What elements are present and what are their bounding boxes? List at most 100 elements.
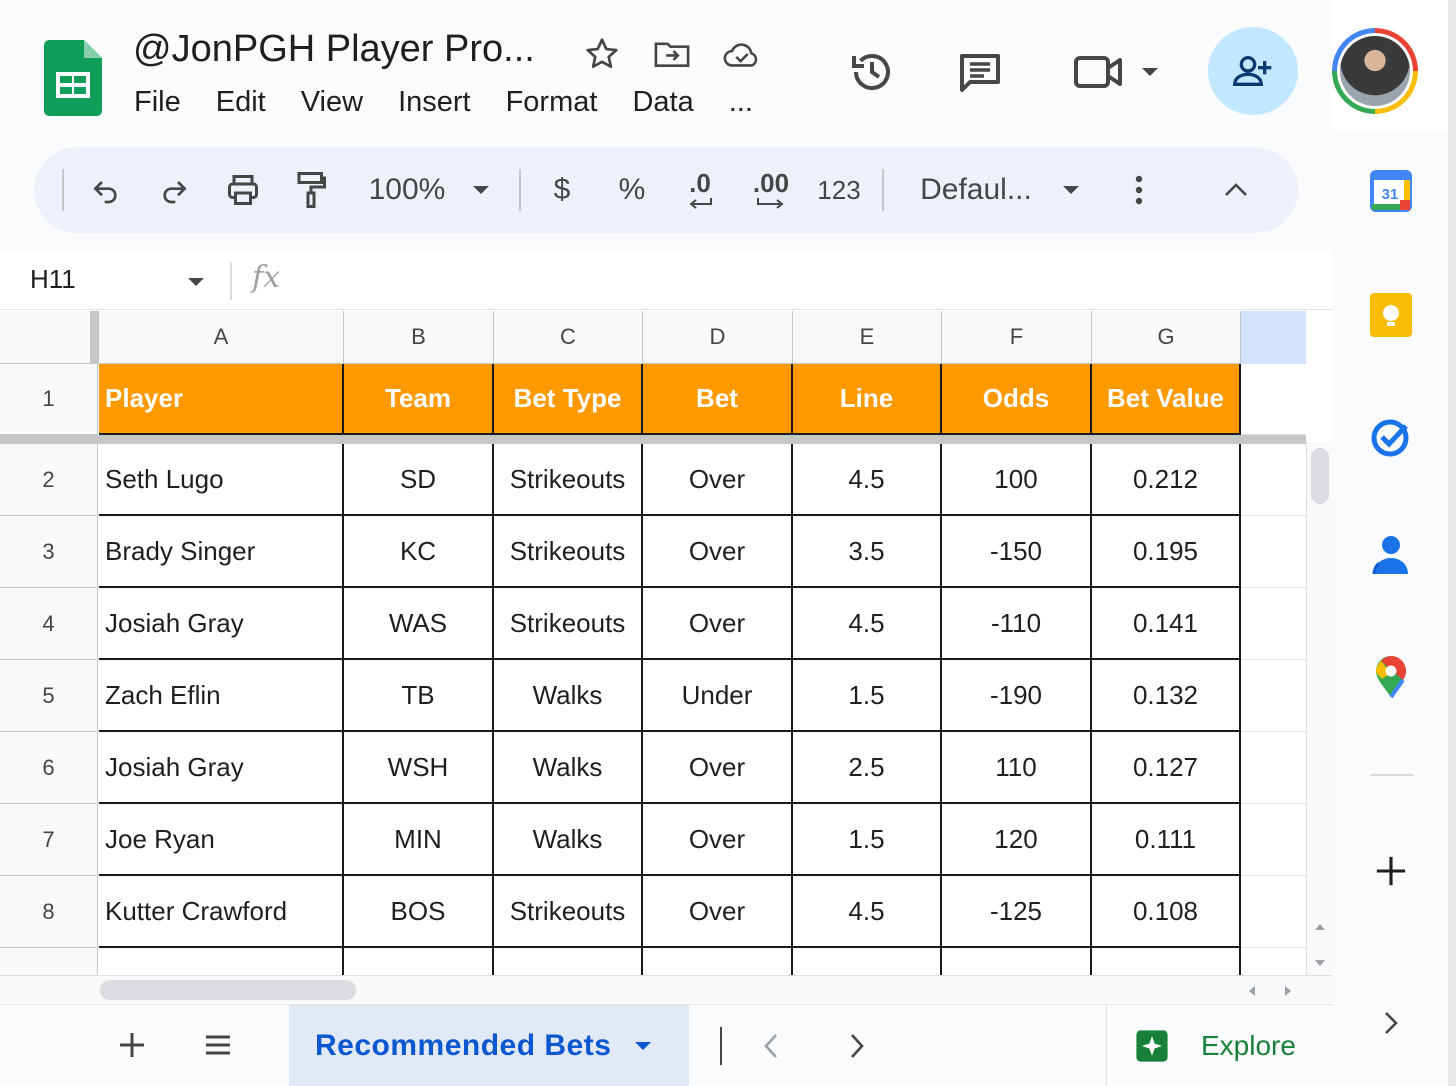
cell-bet[interactable]: Under — [643, 660, 793, 732]
cell-bet[interactable]: Over — [643, 804, 793, 876]
cell-line[interactable]: 1.5 — [793, 804, 942, 876]
header-cell-line[interactable]: Line — [793, 364, 942, 435]
cell-team[interactable]: BOS — [344, 876, 494, 948]
cell-bet-type[interactable]: Walks — [494, 732, 643, 804]
cell-h[interactable] — [1241, 732, 1306, 804]
row-header[interactable] — [0, 948, 98, 975]
scroll-up-icon[interactable] — [1314, 918, 1326, 936]
meet-video-icon[interactable] — [1070, 46, 1166, 98]
cell-bet-value[interactable]: 0.111 — [1092, 804, 1241, 876]
name-box[interactable]: H11 — [30, 264, 76, 295]
all-sheets-menu-icon[interactable] — [200, 1029, 236, 1066]
spreadsheet-grid[interactable]: A B C D E F G 1 Player Team Bet Type Bet… — [0, 311, 1306, 975]
cell-h[interactable] — [1241, 804, 1306, 876]
header-cell-player[interactable]: Player — [99, 364, 344, 435]
cell-h[interactable] — [1241, 660, 1306, 732]
add-addon-icon[interactable] — [1370, 850, 1412, 892]
chevron-up-icon[interactable] — [1218, 147, 1254, 233]
cell-team[interactable]: TB — [344, 660, 494, 732]
cell-bet-type[interactable]: Walks — [494, 660, 643, 732]
select-all-corner[interactable] — [0, 311, 99, 364]
percent-format-button[interactable]: % — [612, 147, 652, 233]
row-header[interactable]: 7 — [0, 804, 98, 876]
contacts-icon[interactable] — [1370, 534, 1412, 576]
header-cell-bet[interactable]: Bet — [643, 364, 793, 435]
cell-player[interactable]: Josiah Gray — [99, 588, 344, 660]
column-header-h-selected[interactable] — [1241, 311, 1306, 364]
cell-bet-type[interactable]: Strikeouts — [494, 876, 643, 948]
more-vert-icon[interactable] — [1124, 147, 1154, 233]
number-format-button[interactable]: 123 — [814, 147, 864, 233]
increase-decimal-button[interactable]: .00 — [740, 147, 802, 233]
cell-bet-type[interactable]: Walks — [494, 804, 643, 876]
scroll-down-icon[interactable] — [1314, 954, 1326, 972]
menu-edit[interactable]: Edit — [216, 86, 266, 119]
cell-player[interactable]: Brady Singer — [99, 516, 344, 588]
document-title[interactable]: @JonPGH Player Pro... — [133, 28, 535, 71]
cell-h[interactable] — [1241, 876, 1306, 948]
row-header[interactable]: 5 — [0, 660, 98, 732]
header-cell-odds[interactable]: Odds — [942, 364, 1092, 435]
cell-player[interactable]: Zach Eflin — [99, 660, 344, 732]
cell-bet[interactable] — [643, 948, 793, 975]
share-button[interactable] — [1208, 27, 1298, 115]
cell-odds[interactable]: 100 — [942, 444, 1092, 516]
comments-icon[interactable] — [954, 46, 1006, 98]
cloud-saved-icon[interactable] — [722, 34, 762, 74]
header-cell-bet-value[interactable]: Bet Value — [1092, 364, 1241, 435]
cell-player[interactable]: Josiah Gray — [99, 732, 344, 804]
cell-odds[interactable]: 110 — [942, 732, 1092, 804]
currency-format-button[interactable]: $ — [544, 147, 580, 233]
cell-player[interactable]: Kutter Crawford — [99, 876, 344, 948]
cell-player[interactable] — [99, 948, 344, 975]
cell-bet-type[interactable]: Strikeouts — [494, 588, 643, 660]
scroll-right-icon[interactable] — [1284, 984, 1292, 1002]
cell-bet[interactable]: Over — [643, 876, 793, 948]
chevron-left-icon[interactable] — [760, 1031, 782, 1066]
cell-bet-value[interactable]: 0.132 — [1092, 660, 1241, 732]
cell-bet-value[interactable] — [1092, 948, 1241, 975]
header-cell-bet-type[interactable]: Bet Type — [494, 364, 643, 435]
redo-icon[interactable] — [150, 147, 198, 233]
cell-h[interactable] — [1241, 444, 1306, 516]
freeze-row-handle[interactable] — [0, 435, 1306, 444]
cell-line[interactable] — [793, 948, 942, 975]
expand-panel-icon[interactable] — [1370, 1002, 1412, 1044]
keep-icon[interactable] — [1370, 293, 1412, 337]
cell-bet-value[interactable]: 0.127 — [1092, 732, 1241, 804]
star-icon[interactable] — [582, 34, 622, 74]
cell-team[interactable]: KC — [344, 516, 494, 588]
cell-odds[interactable]: -190 — [942, 660, 1092, 732]
row-header[interactable]: 6 — [0, 732, 98, 804]
row-header[interactable]: 1 — [0, 364, 98, 435]
cell-odds[interactable]: -110 — [942, 588, 1092, 660]
menu-more[interactable]: ... — [729, 86, 753, 119]
chevron-right-icon[interactable] — [846, 1031, 868, 1066]
freeze-column-handle[interactable] — [90, 311, 99, 364]
cell-bet-value[interactable]: 0.141 — [1092, 588, 1241, 660]
cell-bet[interactable]: Over — [643, 588, 793, 660]
cell-line[interactable]: 2.5 — [793, 732, 942, 804]
row-header[interactable]: 8 — [0, 876, 98, 948]
font-select[interactable]: Defaul... — [914, 147, 1038, 233]
cell-bet-type[interactable]: Strikeouts — [494, 444, 643, 516]
cell-line[interactable]: 4.5 — [793, 588, 942, 660]
horizontal-scrollbar[interactable] — [0, 975, 1332, 1003]
cell-line[interactable]: 4.5 — [793, 876, 942, 948]
account-avatar[interactable] — [1332, 28, 1418, 114]
menu-insert[interactable]: Insert — [398, 86, 471, 119]
row-header[interactable]: 4 — [0, 588, 98, 660]
cell-team[interactable]: SD — [344, 444, 494, 516]
column-header-e[interactable]: E — [793, 311, 942, 364]
vertical-scrollbar[interactable] — [1306, 442, 1332, 975]
decrease-decimal-button[interactable]: .0 — [674, 147, 726, 233]
column-header-d[interactable]: D — [643, 311, 793, 364]
column-header-g[interactable]: G — [1092, 311, 1241, 364]
print-icon[interactable] — [218, 147, 268, 233]
cell-h[interactable] — [1241, 588, 1306, 660]
undo-icon[interactable] — [82, 147, 130, 233]
chevron-down-icon[interactable] — [466, 147, 496, 233]
cell-bet-value[interactable]: 0.108 — [1092, 876, 1241, 948]
cell-bet[interactable]: Over — [643, 444, 793, 516]
cell-bet-value[interactable]: 0.212 — [1092, 444, 1241, 516]
